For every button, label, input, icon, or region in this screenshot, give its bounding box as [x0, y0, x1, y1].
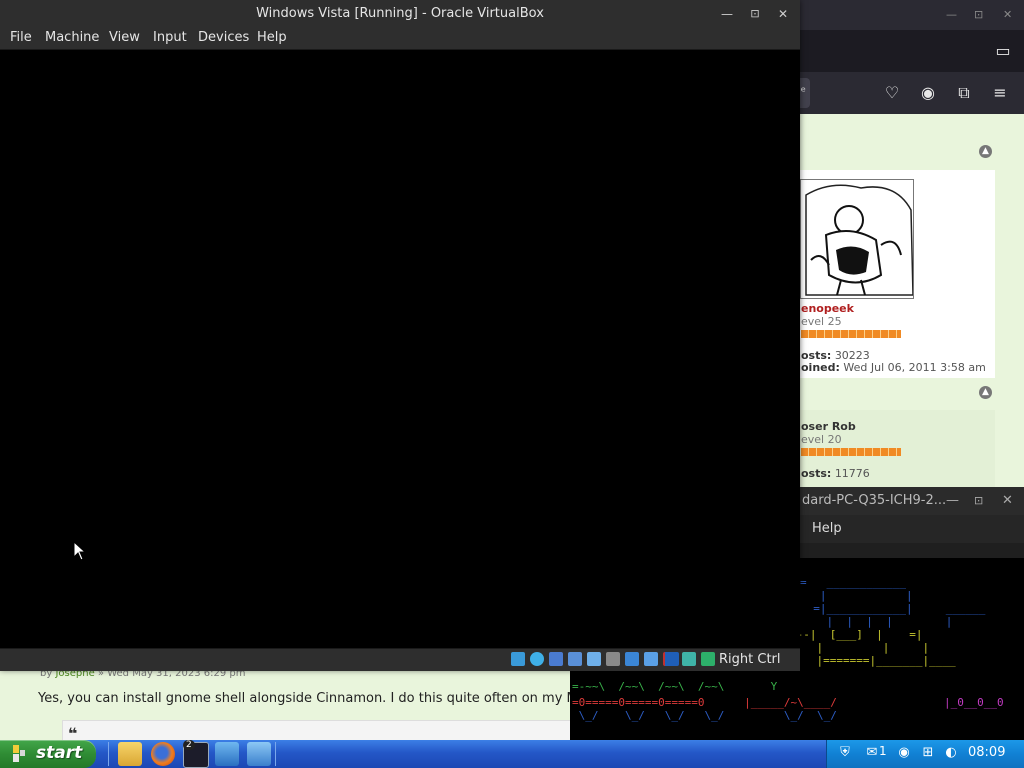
maximize-icon[interactable]: ⊡	[974, 487, 983, 515]
minimize-icon[interactable]: —	[946, 487, 959, 515]
ascii-art: |_0__0__0	[944, 696, 1004, 709]
vm-display[interactable]	[0, 50, 800, 648]
usb-icon[interactable]	[587, 652, 601, 666]
eye-icon[interactable]: ◉	[896, 745, 912, 761]
menu-file[interactable]: File	[10, 29, 32, 47]
start-logo-icon	[13, 745, 25, 762]
posts-count-2: osts: 11776	[801, 467, 870, 480]
notification-icon[interactable]: ✉	[864, 745, 880, 761]
back-to-top-icon[interactable]: ▲	[979, 145, 992, 158]
display-icon[interactable]	[625, 652, 639, 666]
menu-help[interactable]: Help	[257, 29, 287, 47]
close-icon[interactable]: ✕	[1003, 8, 1012, 21]
virtualbox-icon[interactable]	[215, 742, 239, 766]
joined-date-1: oined: Wed Jul 06, 2011 3:58 am	[801, 361, 986, 374]
network-icon[interactable]: ⊞	[920, 745, 936, 761]
user-level-1: evel 25	[801, 315, 842, 328]
ascii-art: = ____________ | | =|____________| _____…	[800, 576, 986, 628]
close-icon[interactable]: ✕	[769, 0, 797, 28]
menu-devices[interactable]: Devices	[198, 29, 249, 47]
terminal-badge: 2	[183, 740, 195, 750]
username-2[interactable]: oser Rob	[801, 420, 856, 433]
menu-icon[interactable]: ≡	[989, 82, 1011, 104]
terminal-menubar: Help	[800, 515, 1024, 543]
close-icon[interactable]: ✕	[1002, 487, 1013, 515]
mouse-integration-icon[interactable]	[701, 652, 715, 666]
virtualbox-icon[interactable]	[247, 742, 271, 766]
menubar: File Machine View Input Devices Help	[0, 27, 800, 50]
ascii-art: \_/ \_/ \_/ \_/ \_/ \_/	[572, 709, 837, 722]
maximize-icon[interactable]: ⊡	[741, 0, 769, 28]
post-text: Yes, you can install gnome shell alongsi…	[38, 691, 645, 706]
start-label[interactable]: start	[36, 742, 82, 764]
menu-input[interactable]: Input	[153, 29, 187, 47]
folder-icon[interactable]	[118, 742, 142, 766]
minimize-icon[interactable]: —	[946, 8, 957, 21]
recording-icon[interactable]	[644, 652, 658, 666]
quote-box	[62, 720, 584, 742]
taskbar-divider	[108, 742, 109, 766]
harddisk-icon[interactable]	[511, 652, 525, 666]
terminal-title: dard-PC-Q35-ICH9-2...	[802, 493, 947, 508]
virtualbox-titlebar: Windows Vista [Running] - Oracle Virtual…	[0, 0, 800, 27]
menu-view[interactable]: View	[109, 29, 140, 47]
shared-folders-icon[interactable]	[606, 652, 620, 666]
pocket-icon[interactable]: ♡	[881, 82, 903, 104]
virtualbox-window: Windows Vista [Running] - Oracle Virtual…	[0, 0, 800, 671]
folder-icon[interactable]: ▭	[992, 40, 1014, 62]
ascii-art: =-~~\ /~~\ /~~\ /~~\ Y	[572, 680, 778, 693]
notification-count: 1	[879, 744, 887, 758]
network-icon[interactable]	[568, 652, 582, 666]
mouse-cursor-icon	[73, 541, 87, 561]
ascii-art: ---| [___] | =| | | | |=======|_______|_…	[790, 628, 956, 667]
vt-x-icon[interactable]	[663, 652, 679, 666]
clock[interactable]: 08:09	[968, 742, 1005, 764]
volume-icon[interactable]: ◐	[943, 745, 959, 761]
shield-icon[interactable]: ⛨	[837, 745, 853, 761]
account-icon[interactable]: ◉	[917, 82, 939, 104]
guest-additions-icon[interactable]	[682, 652, 696, 666]
host-key-label[interactable]: Right Ctrl	[719, 651, 781, 669]
audio-icon[interactable]	[549, 652, 563, 666]
optical-drive-icon[interactable]	[530, 652, 544, 666]
firefox-icon[interactable]	[151, 742, 175, 766]
window-title: Windows Vista [Running] - Oracle Virtual…	[256, 6, 544, 21]
back-to-top-icon[interactable]: ▲	[979, 386, 992, 399]
minimize-icon[interactable]: —	[713, 0, 741, 28]
user-avatar	[800, 179, 914, 299]
user-level-2: evel 20	[801, 433, 842, 446]
username-1[interactable]: enopeek	[801, 302, 854, 315]
statusbar: Right Ctrl	[0, 648, 800, 671]
taskbar-divider	[275, 742, 276, 766]
menu-help[interactable]: Help	[812, 515, 842, 543]
terminal-titlebar: dard-PC-Q35-ICH9-2... — ⊡ ✕	[800, 487, 1024, 515]
maximize-icon[interactable]: ⊡	[974, 8, 983, 21]
extensions-icon[interactable]: ⧉	[953, 82, 975, 104]
rank-bar-2	[801, 448, 901, 456]
menu-machine[interactable]: Machine	[45, 29, 99, 47]
ascii-art: =0=====0=====0=====0 |_____/~\____/	[572, 696, 837, 709]
rank-bar-1	[801, 330, 901, 338]
